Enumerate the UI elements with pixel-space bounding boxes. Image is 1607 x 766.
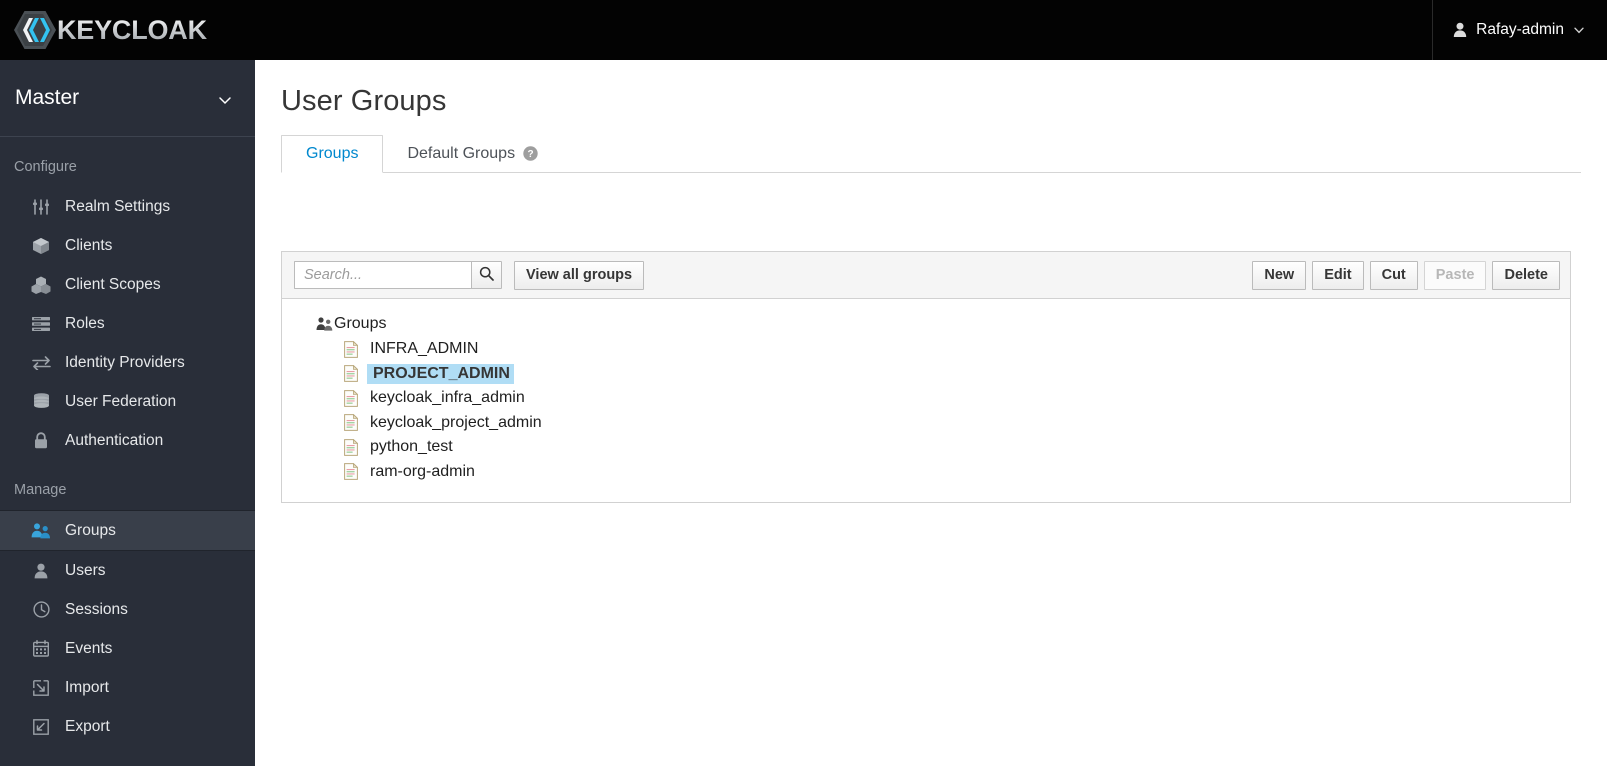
tree-item-label: python_test bbox=[370, 438, 453, 456]
sidebar-item-label: Roles bbox=[65, 314, 105, 332]
export-arrow-icon bbox=[30, 717, 52, 737]
panel-toolbar: View all groups New Edit Cut Paste Delet… bbox=[282, 252, 1570, 299]
realm-selector[interactable]: Master bbox=[0, 60, 255, 137]
sidebar-item-label: Client Scopes bbox=[65, 275, 161, 293]
sidebar-item-import[interactable]: Import bbox=[0, 668, 255, 707]
sidebar-item-label: Groups bbox=[65, 521, 116, 539]
lock-icon bbox=[30, 431, 52, 451]
cubes-icon bbox=[30, 275, 52, 295]
nav-section-label-configure: Configure bbox=[14, 159, 77, 175]
new-button[interactable]: New bbox=[1252, 260, 1307, 290]
main-content: User Groups Groups Default Groups ? Sear… bbox=[255, 60, 1607, 766]
sidebar-item-user-federation[interactable]: User Federation bbox=[0, 382, 255, 421]
masthead: KEYCLOAK Rafay-admin bbox=[0, 0, 1607, 60]
sliders-icon bbox=[30, 197, 52, 217]
question-circle-icon[interactable]: ? bbox=[523, 146, 538, 161]
search-button[interactable] bbox=[471, 261, 502, 289]
sidebar-item-clients[interactable]: Clients bbox=[0, 226, 255, 265]
database-icon bbox=[30, 392, 52, 412]
document-icon bbox=[344, 438, 367, 456]
sidebar-item-users[interactable]: Users bbox=[0, 551, 255, 590]
tab-bar: Groups Default Groups ? bbox=[281, 135, 1581, 173]
search-input[interactable] bbox=[294, 261, 471, 289]
tree-item-label: INFRA_ADMIN bbox=[370, 340, 479, 358]
view-all-groups-button[interactable]: View all groups bbox=[514, 260, 645, 290]
chevron-down-icon bbox=[217, 90, 233, 106]
sidebar-item-label: Export bbox=[65, 717, 110, 735]
tree-item-keycloak-infra-admin[interactable]: keycloak_infra_admin bbox=[282, 386, 1570, 411]
sidebar-item-realm-settings[interactable]: Realm Settings bbox=[0, 187, 255, 226]
paste-button: Paste bbox=[1423, 260, 1487, 290]
import-arrow-icon bbox=[30, 678, 52, 698]
user-menu-label: Rafay-admin bbox=[1476, 21, 1564, 38]
realm-name: Master bbox=[15, 86, 80, 109]
tree-item-infra-admin[interactable]: INFRA_ADMIN bbox=[282, 337, 1570, 362]
sidebar-item-label: User Federation bbox=[65, 392, 177, 410]
brand-text: KEYCLOAK bbox=[57, 14, 207, 45]
document-icon bbox=[344, 414, 367, 432]
tab-default-groups[interactable]: Default Groups ? bbox=[383, 135, 562, 172]
sidebar-item-label: Events bbox=[65, 639, 113, 657]
svg-text:?: ? bbox=[528, 149, 534, 160]
sidebar-item-client-scopes[interactable]: Client Scopes bbox=[0, 265, 255, 304]
list-rows-icon bbox=[30, 314, 52, 334]
tab-label: Groups bbox=[306, 145, 359, 162]
clock-icon bbox=[30, 600, 52, 620]
tab-label: Default Groups bbox=[407, 144, 516, 162]
sidebar-item-label: Import bbox=[65, 678, 109, 696]
nav-section-label-manage: Manage bbox=[14, 482, 67, 498]
masthead-right: Rafay-admin bbox=[1432, 0, 1607, 60]
tree-item-ram-org-admin[interactable]: ram-org-admin bbox=[282, 460, 1570, 485]
sidebar-item-label: Clients bbox=[65, 236, 113, 254]
sidebar-item-sessions[interactable]: Sessions bbox=[0, 590, 255, 629]
chevron-down-icon bbox=[1573, 24, 1585, 36]
user-icon bbox=[30, 561, 52, 581]
sidebar-item-identity-providers[interactable]: Identity Providers bbox=[0, 343, 255, 382]
document-icon bbox=[344, 365, 367, 383]
sidebar-item-label: Authentication bbox=[65, 431, 164, 449]
page-title: User Groups bbox=[281, 85, 447, 117]
search-group bbox=[294, 261, 502, 289]
tree-item-label: PROJECT_ADMIN bbox=[367, 363, 514, 384]
keycloak-hexagon-logo-icon bbox=[14, 10, 56, 50]
user-icon bbox=[1453, 22, 1467, 38]
user-menu[interactable]: Rafay-admin bbox=[1433, 0, 1607, 60]
search-icon bbox=[479, 266, 494, 284]
tree-item-keycloak-project-admin[interactable]: keycloak_project_admin bbox=[282, 411, 1570, 436]
document-icon bbox=[344, 340, 367, 358]
brand-logo-link[interactable]: KEYCLOAK bbox=[14, 0, 207, 60]
delete-button[interactable]: Delete bbox=[1492, 260, 1560, 290]
tree-item-project-admin[interactable]: PROJECT_ADMIN bbox=[282, 362, 1570, 387]
sidebar-item-label: Identity Providers bbox=[65, 353, 185, 371]
document-icon bbox=[344, 463, 367, 481]
groups-tree: Groups INFRA_ADMIN PROJECT_ADMIN keycloa… bbox=[282, 299, 1570, 502]
sidebar-item-label: Users bbox=[65, 561, 106, 579]
sidebar-item-label: Realm Settings bbox=[65, 197, 171, 215]
sidebar-item-groups[interactable]: Groups bbox=[0, 510, 255, 551]
tab-groups[interactable]: Groups bbox=[281, 135, 384, 173]
tree-item-python-test[interactable]: python_test bbox=[282, 435, 1570, 460]
tree-root-label: Groups bbox=[334, 315, 387, 332]
tree-item-label: keycloak_project_admin bbox=[370, 413, 542, 431]
document-icon bbox=[344, 389, 367, 407]
tree-root-groups[interactable]: Groups bbox=[282, 311, 1570, 337]
sidebar-item-label: Sessions bbox=[65, 600, 128, 618]
sidebar-item-events[interactable]: Events bbox=[0, 629, 255, 668]
users-group-icon bbox=[316, 317, 334, 331]
tree-item-label: keycloak_infra_admin bbox=[370, 389, 525, 407]
sidebar-item-export[interactable]: Export bbox=[0, 707, 255, 746]
cut-button[interactable]: Cut bbox=[1369, 260, 1418, 290]
sidebar-item-authentication[interactable]: Authentication bbox=[0, 421, 255, 460]
cube-icon bbox=[30, 236, 52, 256]
users-group-icon bbox=[30, 521, 52, 541]
panel-actions: New Edit Cut Paste Delete bbox=[1252, 260, 1560, 290]
sidebar-item-roles[interactable]: Roles bbox=[0, 304, 255, 343]
tree-item-label: ram-org-admin bbox=[370, 462, 475, 480]
calendar-icon bbox=[30, 639, 52, 659]
exchange-arrows-icon bbox=[30, 353, 52, 373]
edit-button[interactable]: Edit bbox=[1312, 260, 1364, 290]
sidebar: Master Configure Realm Settings Clients … bbox=[0, 60, 255, 766]
groups-panel: View all groups New Edit Cut Paste Delet… bbox=[281, 251, 1571, 503]
